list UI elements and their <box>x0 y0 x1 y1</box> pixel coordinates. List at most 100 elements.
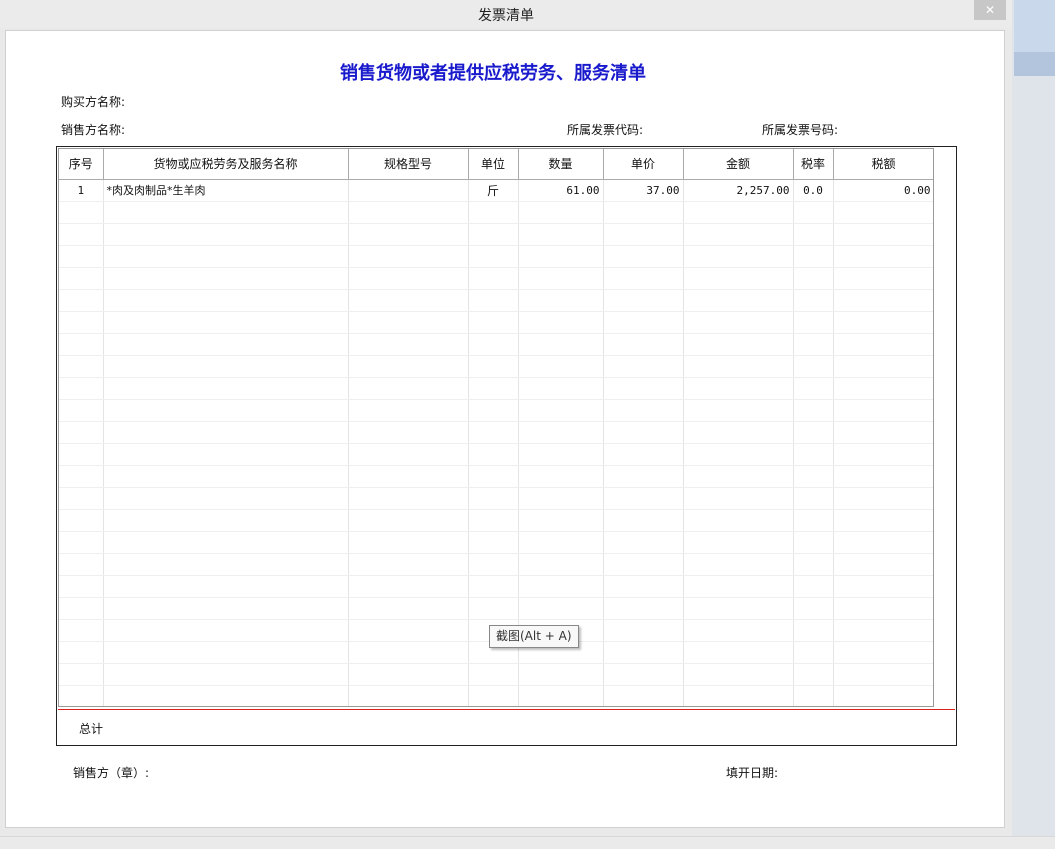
empty-cell[interactable] <box>518 487 604 510</box>
empty-cell[interactable] <box>518 245 604 268</box>
empty-cell[interactable] <box>683 641 794 664</box>
empty-cell[interactable] <box>833 553 933 576</box>
empty-cell[interactable] <box>468 421 519 444</box>
empty-cell[interactable] <box>103 223 349 246</box>
empty-cell[interactable] <box>683 443 794 466</box>
empty-cell[interactable] <box>683 619 794 642</box>
cell-unit[interactable]: 斤 <box>468 179 519 202</box>
empty-cell[interactable] <box>468 333 519 356</box>
empty-cell[interactable] <box>793 509 834 532</box>
empty-cell[interactable] <box>603 311 684 334</box>
empty-cell[interactable] <box>348 245 469 268</box>
empty-cell[interactable] <box>59 597 104 620</box>
table-row-empty[interactable] <box>59 421 933 444</box>
empty-cell[interactable] <box>468 465 519 488</box>
table-row-empty[interactable] <box>59 311 933 334</box>
empty-cell[interactable] <box>603 421 684 444</box>
empty-cell[interactable] <box>683 553 794 576</box>
table-row-empty[interactable] <box>59 575 933 598</box>
empty-cell[interactable] <box>103 245 349 268</box>
column-header-unit-price[interactable]: 单价 <box>603 149 684 180</box>
empty-cell[interactable] <box>793 355 834 378</box>
empty-cell[interactable] <box>468 399 519 422</box>
empty-cell[interactable] <box>103 641 349 664</box>
empty-cell[interactable] <box>518 377 604 400</box>
column-header-amount[interactable]: 金额 <box>683 149 794 180</box>
empty-cell[interactable] <box>468 311 519 334</box>
empty-cell[interactable] <box>468 289 519 312</box>
empty-cell[interactable] <box>603 333 684 356</box>
table-row-empty[interactable] <box>59 663 933 686</box>
empty-cell[interactable] <box>348 377 469 400</box>
empty-cell[interactable] <box>833 465 933 488</box>
empty-cell[interactable] <box>103 399 349 422</box>
empty-cell[interactable] <box>59 289 104 312</box>
empty-cell[interactable] <box>833 201 933 224</box>
empty-cell[interactable] <box>833 619 933 642</box>
empty-cell[interactable] <box>59 685 104 706</box>
empty-cell[interactable] <box>833 443 933 466</box>
empty-cell[interactable] <box>348 641 469 664</box>
empty-cell[interactable] <box>518 223 604 246</box>
empty-cell[interactable] <box>103 355 349 378</box>
table-row-empty[interactable] <box>59 443 933 466</box>
table-row-empty[interactable] <box>59 465 933 488</box>
empty-cell[interactable] <box>793 597 834 620</box>
empty-cell[interactable] <box>59 575 104 598</box>
empty-cell[interactable] <box>683 355 794 378</box>
empty-cell[interactable] <box>603 509 684 532</box>
empty-cell[interactable] <box>603 641 684 664</box>
empty-cell[interactable] <box>683 223 794 246</box>
table-row[interactable]: 1 *肉及肉制品*生羊肉 斤 61.00 37.00 2,257.00 0.0 … <box>59 179 933 202</box>
empty-cell[interactable] <box>683 663 794 686</box>
empty-cell[interactable] <box>103 465 349 488</box>
empty-cell[interactable] <box>683 377 794 400</box>
table-row-empty[interactable] <box>59 333 933 356</box>
empty-cell[interactable] <box>683 597 794 620</box>
empty-cell[interactable] <box>103 377 349 400</box>
empty-cell[interactable] <box>348 443 469 466</box>
empty-cell[interactable] <box>833 531 933 554</box>
empty-cell[interactable] <box>518 443 604 466</box>
empty-cell[interactable] <box>683 311 794 334</box>
cell-name[interactable]: *肉及肉制品*生羊肉 <box>103 179 349 202</box>
empty-cell[interactable] <box>59 465 104 488</box>
empty-cell[interactable] <box>603 685 684 706</box>
empty-cell[interactable] <box>468 531 519 554</box>
empty-cell[interactable] <box>518 267 604 290</box>
empty-cell[interactable] <box>683 575 794 598</box>
empty-cell[interactable] <box>518 399 604 422</box>
empty-cell[interactable] <box>793 201 834 224</box>
table-row-empty[interactable] <box>59 597 933 620</box>
empty-cell[interactable] <box>833 421 933 444</box>
empty-cell[interactable] <box>468 487 519 510</box>
empty-cell[interactable] <box>348 575 469 598</box>
table-row-empty[interactable] <box>59 399 933 422</box>
empty-cell[interactable] <box>793 619 834 642</box>
empty-cell[interactable] <box>59 509 104 532</box>
empty-cell[interactable] <box>59 201 104 224</box>
empty-cell[interactable] <box>348 289 469 312</box>
empty-cell[interactable] <box>348 685 469 706</box>
column-header-name[interactable]: 货物或应税劳务及服务名称 <box>103 149 349 180</box>
empty-cell[interactable] <box>468 223 519 246</box>
empty-cell[interactable] <box>683 201 794 224</box>
empty-cell[interactable] <box>603 223 684 246</box>
empty-cell[interactable] <box>518 575 604 598</box>
empty-cell[interactable] <box>59 333 104 356</box>
empty-cell[interactable] <box>103 333 349 356</box>
empty-cell[interactable] <box>103 663 349 686</box>
table-row-empty[interactable] <box>59 289 933 312</box>
column-header-index[interactable]: 序号 <box>59 149 104 180</box>
empty-cell[interactable] <box>348 399 469 422</box>
column-header-tax-rate[interactable]: 税率 <box>793 149 834 180</box>
empty-cell[interactable] <box>518 685 604 706</box>
empty-cell[interactable] <box>683 267 794 290</box>
cell-spec[interactable] <box>348 179 469 202</box>
empty-cell[interactable] <box>833 487 933 510</box>
empty-cell[interactable] <box>683 333 794 356</box>
empty-cell[interactable] <box>348 421 469 444</box>
empty-cell[interactable] <box>59 553 104 576</box>
empty-cell[interactable] <box>468 245 519 268</box>
empty-cell[interactable] <box>348 201 469 224</box>
